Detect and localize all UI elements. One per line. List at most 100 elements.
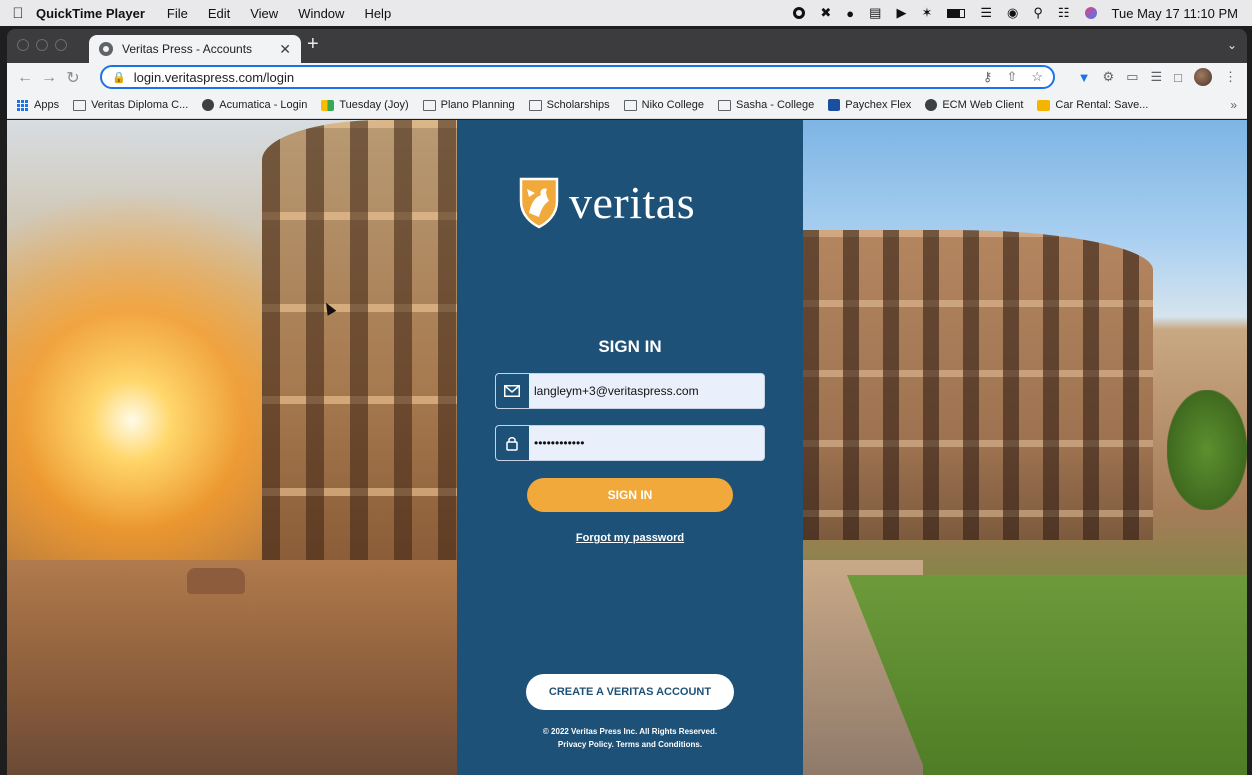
bookmark-label: ECM Web Client	[942, 99, 1024, 111]
bookmark-scholarships[interactable]: Scholarships	[528, 99, 610, 111]
user-icon[interactable]: ◉	[1007, 5, 1018, 21]
bookmark-veritas-diploma[interactable]: Veritas Diploma C...	[73, 99, 188, 111]
bookmarks-bar: Apps Veritas Diploma C... Acumatica - Lo…	[7, 92, 1247, 119]
bluetooth-icon[interactable]: ✶	[921, 5, 932, 21]
more-menu-icon[interactable]: ⋮	[1224, 69, 1237, 85]
key-icon[interactable]: ⚷	[983, 69, 993, 85]
reload-icon[interactable]: ↻	[61, 68, 85, 88]
forgot-password-link[interactable]: Forgot my password	[457, 532, 803, 544]
siri-icon[interactable]	[1084, 7, 1097, 19]
globe-icon	[202, 99, 215, 111]
lock-icon[interactable]: 🔒	[112, 71, 126, 84]
colosseum-left-image	[262, 120, 457, 560]
menu-edit[interactable]: Edit	[208, 6, 230, 21]
maximize-window-icon[interactable]	[55, 39, 67, 51]
legal-links[interactable]: Privacy Policy. Terms and Conditions.	[457, 738, 803, 751]
bookmark-label: Tuesday (Joy)	[339, 99, 409, 111]
envelope-icon	[496, 374, 529, 408]
bookmark-plano-planning[interactable]: Plano Planning	[422, 99, 515, 111]
email-input[interactable]	[529, 384, 754, 398]
grammarly-icon[interactable]: ✖	[820, 5, 831, 21]
macos-menubar:  QuickTime Player File Edit View Window…	[0, 0, 1252, 26]
copyright-text: © 2022 Veritas Press Inc. All Rights Res…	[542, 727, 718, 736]
calendar-icon	[321, 99, 335, 111]
password-field[interactable]	[495, 425, 765, 461]
tab-close-icon[interactable]: ✕	[279, 41, 291, 58]
tab-title: Veritas Press - Accounts	[122, 42, 253, 56]
bookmark-acumatica[interactable]: Acumatica - Login	[202, 99, 307, 111]
bookmark-car-rental[interactable]: Car Rental: Save...	[1037, 99, 1148, 111]
share-icon[interactable]: ⇧	[1006, 69, 1017, 85]
back-icon[interactable]: ←	[13, 69, 37, 87]
colosseum-right-image	[803, 230, 1153, 540]
new-tab-icon[interactable]: +	[307, 33, 319, 56]
bookmark-niko-college[interactable]: Niko College	[623, 99, 704, 111]
bookmark-sasha-college[interactable]: Sasha - College	[718, 99, 814, 111]
apple-menu-icon[interactable]: 	[0, 5, 36, 22]
veritas-logo: veritas	[517, 175, 695, 229]
folder-icon	[422, 99, 436, 111]
minimize-window-icon[interactable]	[36, 39, 48, 51]
signin-heading: SIGN IN	[598, 337, 662, 356]
webex-icon[interactable]: ●	[846, 6, 854, 21]
veritas-extension-icon[interactable]: ▼	[1078, 70, 1091, 85]
status-area: ✖ ● ▤ ▶ ✶ ☰ ◉ ⚲ ☷ Tue May 17 11:10 PM	[793, 0, 1238, 26]
car-rental-icon	[1037, 99, 1051, 111]
forward-icon[interactable]: →	[37, 69, 61, 87]
play-icon[interactable]: ▶	[896, 5, 906, 21]
screen-icon[interactable]: ▤	[869, 5, 881, 21]
bookmark-label: Plano Planning	[440, 99, 515, 111]
bookmark-label: Acumatica - Login	[219, 99, 308, 111]
wifi-icon[interactable]: ☰	[980, 5, 992, 21]
side-panel-icon[interactable]: □	[1174, 70, 1182, 85]
menu-view[interactable]: View	[250, 6, 278, 21]
bookmark-label: Niko College	[641, 99, 704, 111]
profile-avatar[interactable]	[1194, 68, 1212, 86]
bookmark-tuesday[interactable]: Tuesday (Joy)	[321, 99, 409, 111]
search-icon[interactable]: ⚲	[1033, 5, 1043, 21]
bookmark-apps[interactable]: Apps	[17, 99, 59, 111]
browser-toolbar: ← → ↻ 🔒 login.veritaspress.com/login ⚷ ⇧…	[7, 63, 1247, 92]
apps-grid-icon	[17, 99, 28, 111]
bookmark-ecm[interactable]: ECM Web Client	[925, 99, 1023, 111]
lock-icon	[496, 426, 529, 460]
paychex-icon	[828, 99, 841, 111]
extensions-puzzle-icon[interactable]: ⚙	[1103, 69, 1115, 85]
bookmark-label: Scholarships	[546, 99, 610, 111]
clock-datetime[interactable]: Tue May 17 11:10 PM	[1112, 6, 1238, 21]
cast-icon[interactable]: ▭	[1126, 69, 1138, 85]
url-text[interactable]: login.veritaspress.com/login	[134, 70, 294, 85]
email-field[interactable]	[495, 373, 765, 409]
bookmark-label: Veritas Diploma C...	[91, 99, 189, 111]
reading-list-icon[interactable]: ☰	[1150, 69, 1162, 85]
create-account-button[interactable]: CREATE A VERITAS ACCOUNT	[526, 674, 734, 710]
menu-app-name[interactable]: QuickTime Player	[36, 6, 145, 21]
bookmark-label: Apps	[34, 99, 60, 111]
menu-file[interactable]: File	[167, 6, 188, 21]
bookmark-star-icon[interactable]: ☆	[1031, 69, 1043, 85]
menu-help[interactable]: Help	[364, 6, 391, 21]
brand-name: veritas	[569, 176, 696, 228]
griffin-shield-icon	[519, 177, 559, 229]
password-input[interactable]	[529, 436, 754, 450]
address-bar[interactable]: 🔒 login.veritaspress.com/login ⚷ ⇧ ☆	[100, 65, 1055, 89]
tab-search-chevron-icon[interactable]: ⌄	[1227, 38, 1237, 52]
bookmark-label: Sasha - College	[736, 99, 815, 111]
globe-icon	[925, 99, 938, 111]
page-viewport: veritas SIGN IN SIGN IN Forgot my passwo…	[7, 120, 1247, 775]
close-window-icon[interactable]	[17, 39, 29, 51]
folder-icon	[718, 99, 731, 111]
folder-icon	[623, 99, 637, 111]
bookmarks-more-icon[interactable]: »	[1230, 98, 1237, 112]
extensions-area: ▼ ⚙ ▭ ☰ □ ⋮	[1078, 68, 1237, 86]
tab-favicon-icon	[99, 42, 113, 56]
bookmark-paychex[interactable]: Paychex Flex	[828, 99, 911, 111]
menu-window[interactable]: Window	[298, 6, 344, 21]
signin-button[interactable]: SIGN IN	[527, 478, 733, 512]
active-tab[interactable]: Veritas Press - Accounts ✕	[89, 35, 301, 63]
record-icon[interactable]	[793, 7, 806, 19]
bookmark-label: Paychex Flex	[845, 99, 912, 111]
control-center-icon[interactable]: ☷	[1058, 5, 1070, 21]
bookmark-label: Car Rental: Save...	[1055, 99, 1149, 111]
battery-icon[interactable]	[947, 8, 966, 18]
